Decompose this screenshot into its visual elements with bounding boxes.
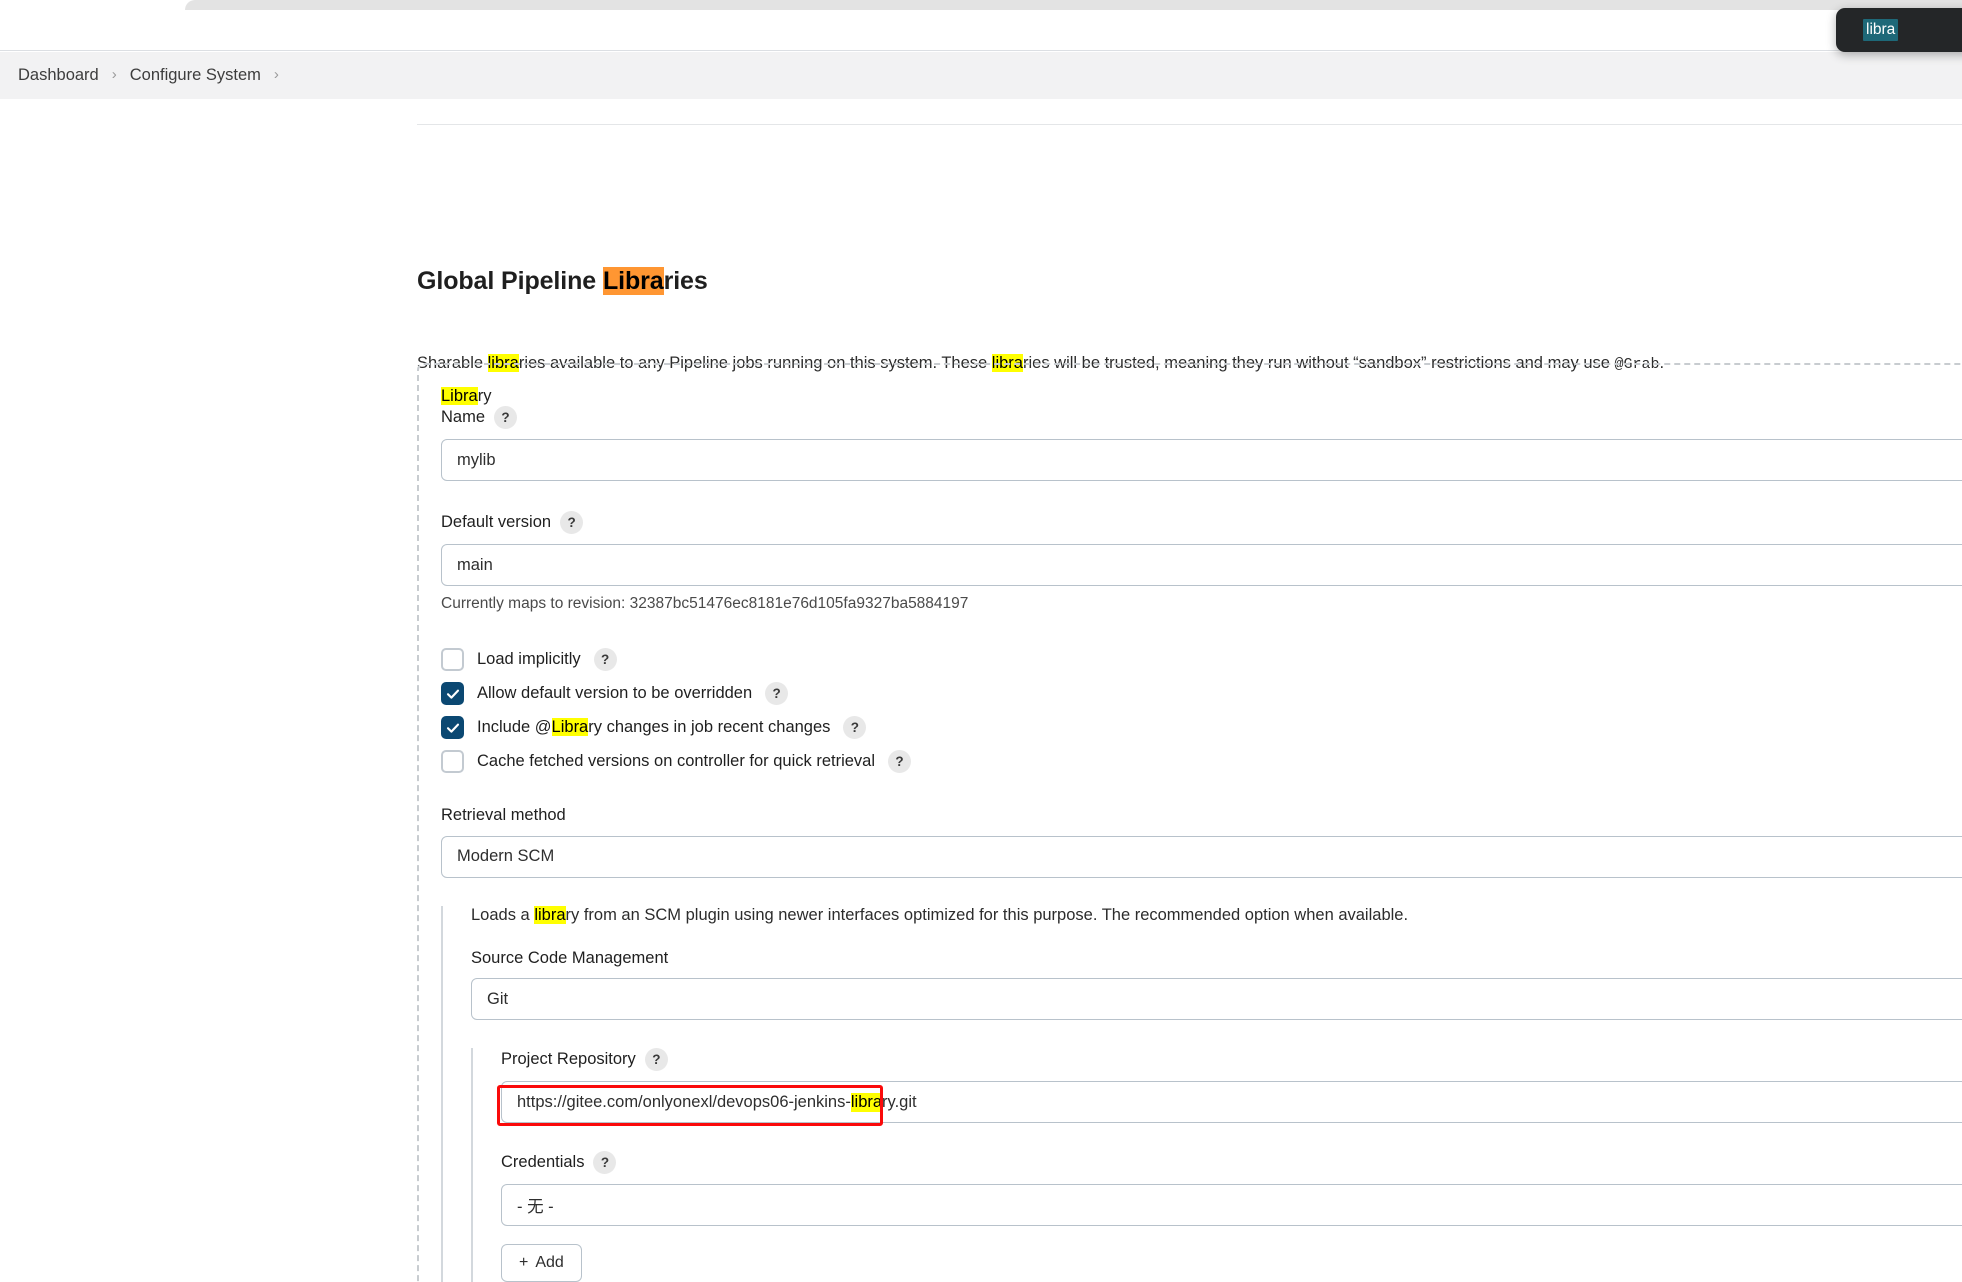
default-version-input[interactable] <box>441 544 1962 587</box>
revision-note: Currently maps to revision: 32387bc51476… <box>441 595 969 613</box>
credentials-label: Credentials <box>501 1153 585 1172</box>
app-header-bar <box>0 10 1962 51</box>
help-icon[interactable]: ? <box>593 648 617 672</box>
find-match-active: Libra <box>602 267 664 295</box>
help-icon[interactable]: ? <box>560 511 584 535</box>
field-credentials: Credentials ? <box>501 1151 1962 1227</box>
field-source-code-management: Source Code Management <box>471 948 1962 1021</box>
add-button-label: Add <box>535 1254 564 1272</box>
checkbox-row-load-implicitly[interactable]: Load implicitly ? <box>441 643 1962 676</box>
help-icon[interactable]: ? <box>593 1151 617 1175</box>
retrieval-method-label: Retrieval method <box>441 806 566 825</box>
library-name-input[interactable] <box>441 439 1962 482</box>
scm-label: Source Code Management <box>471 948 669 967</box>
library-options-group: Load implicitly ? Allow default version … <box>441 643 1962 778</box>
retrieval-method-detail-block: Loads a library from an SCM plugin using… <box>441 905 1962 1282</box>
find-match: libra <box>534 905 566 924</box>
breadcrumb-separator-icon: › <box>111 66 117 83</box>
default-version-label: Default version <box>441 513 552 532</box>
field-project-repository: Project Repository ? https://gitee.com/o… <box>497 1048 1962 1127</box>
checkbox-label: Cache fetched versions on controller for… <box>477 752 876 771</box>
browser-tab-strip <box>0 0 1962 10</box>
checkbox-row-allow-override[interactable]: Allow default version to be overridden ? <box>441 677 1962 710</box>
page-title: Global Pipeline Libraries <box>417 267 708 296</box>
checkbox-label: Allow default version to be overridden <box>477 684 753 703</box>
browser-active-tab[interactable] <box>185 0 1962 10</box>
help-icon[interactable]: ? <box>843 716 867 740</box>
library-name-label-line1: Library <box>441 387 492 405</box>
checkbox-load-implicitly[interactable] <box>441 648 464 672</box>
retrieval-method-description: Loads a library from an SCM plugin using… <box>471 905 1409 924</box>
page-title-prefix: Global Pipeline <box>417 267 603 295</box>
page-title-suffix: ries <box>663 267 708 295</box>
checkbox-label: Include @Library changes in job recent c… <box>477 718 831 737</box>
breadcrumb-separator-icon: › <box>273 66 279 83</box>
add-credentials-button[interactable]: + Add <box>501 1244 582 1282</box>
field-library-name: Library Name ? <box>441 387 1962 482</box>
checkbox-cache-fetched-versions[interactable] <box>441 750 464 774</box>
find-match: Libra <box>441 387 478 405</box>
project-repository-input-wrap: https://gitee.com/onlyonexl/devops06-jen… <box>497 1081 1962 1127</box>
find-in-page-bar[interactable]: libra <box>1836 8 1962 52</box>
plus-icon: + <box>519 1254 529 1272</box>
project-repository-input[interactable]: https://gitee.com/onlyonexl/devops06-jen… <box>501 1081 1962 1124</box>
breadcrumb: Dashboard › Configure System › <box>0 52 1962 99</box>
help-icon[interactable]: ? <box>644 1048 668 1072</box>
help-icon[interactable]: ? <box>888 750 912 774</box>
project-repository-label: Project Repository <box>501 1050 636 1069</box>
checkbox-label: Load implicitly <box>477 650 581 669</box>
retrieval-method-select[interactable] <box>441 835 1962 878</box>
field-retrieval-method: Retrieval method <box>441 806 1962 878</box>
checkbox-include-library-changes[interactable] <box>441 716 464 740</box>
scm-git-detail-block: Project Repository ? https://gitee.com/o… <box>471 1048 1962 1282</box>
section-divider <box>417 124 1962 125</box>
find-match: Libra <box>551 718 589 737</box>
scm-select[interactable] <box>471 978 1962 1021</box>
checkbox-row-include-library-changes[interactable]: Include @Library changes in job recent c… <box>441 711 1962 744</box>
field-default-version: Default version ? Currently maps to revi… <box>441 511 1962 613</box>
page-body: Global Pipeline Libraries Sharable libra… <box>0 99 1962 1282</box>
breadcrumb-item-dashboard[interactable]: Dashboard <box>18 66 99 85</box>
library-entry-container: Library Name ? Default version ? Current… <box>417 363 1962 1282</box>
library-name-label-line2: Name <box>441 408 486 427</box>
find-query-text[interactable]: libra <box>1863 19 1899 41</box>
checkbox-allow-default-version-override[interactable] <box>441 682 464 706</box>
checkbox-row-cache-fetched-versions[interactable]: Cache fetched versions on controller for… <box>441 745 1962 778</box>
breadcrumb-item-configure-system[interactable]: Configure System <box>130 66 261 85</box>
add-credentials-row: + Add <box>501 1244 1962 1282</box>
find-match: libra <box>850 1092 883 1112</box>
help-icon[interactable]: ? <box>765 682 789 706</box>
credentials-select[interactable] <box>501 1184 1962 1227</box>
help-icon[interactable]: ? <box>494 406 518 430</box>
